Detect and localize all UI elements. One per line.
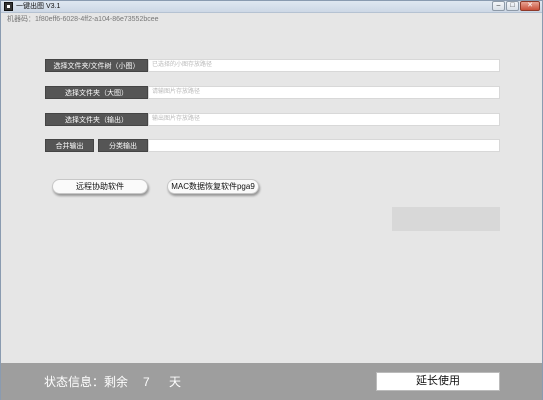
maximize-button[interactable]: □ [506,1,519,11]
small-folder-path-input[interactable]: 已选择的小图存放路径 [148,59,500,72]
title-bar: 一键出图 V3.1 – □ ✕ [1,1,542,13]
select-output-folder-button[interactable]: 选择文件夹（输出） [45,113,148,126]
select-small-folder-button[interactable]: 选择文件夹/文件树（小图） [45,59,148,72]
minimize-button[interactable]: – [492,1,505,11]
classify-output-button[interactable]: 分类输出 [98,139,148,152]
machine-code-label: 机器码：1f80eff6-6028-4ff2-a104-86e73552bcee [7,16,159,23]
days-unit: 天 [169,375,182,389]
window-controls: – □ ✕ [492,1,540,11]
app-icon [4,2,13,11]
app-window: 一键出图 V3.1 – □ ✕ 机器码：1f80eff6-6028-4ff2-a… [0,0,543,400]
status-label: 状态信息：剩余 [44,375,129,389]
status-bar: 状态信息：剩余 7 天 延长使用 [1,363,542,400]
extend-use-button[interactable]: 延长使用 [376,372,500,391]
select-large-folder-button[interactable]: 选择文件夹（大图） [45,86,148,99]
remaining-days: 7 [143,375,150,389]
large-folder-path-input[interactable]: 请输图片存放路径 [148,86,500,99]
remote-assist-button[interactable]: 远程协助软件 [52,179,148,194]
mac-recovery-button[interactable]: MAC数据恢复软件pga9 [167,179,259,194]
output-folder-path-input[interactable]: 输出图片存放路径 [148,113,500,126]
close-button[interactable]: ✕ [520,1,540,11]
status-panel [392,207,500,231]
merge-output-button[interactable]: 合并输出 [45,139,94,152]
output-mode-field[interactable] [148,139,500,152]
window-title: 一键出图 V3.1 [16,3,61,10]
